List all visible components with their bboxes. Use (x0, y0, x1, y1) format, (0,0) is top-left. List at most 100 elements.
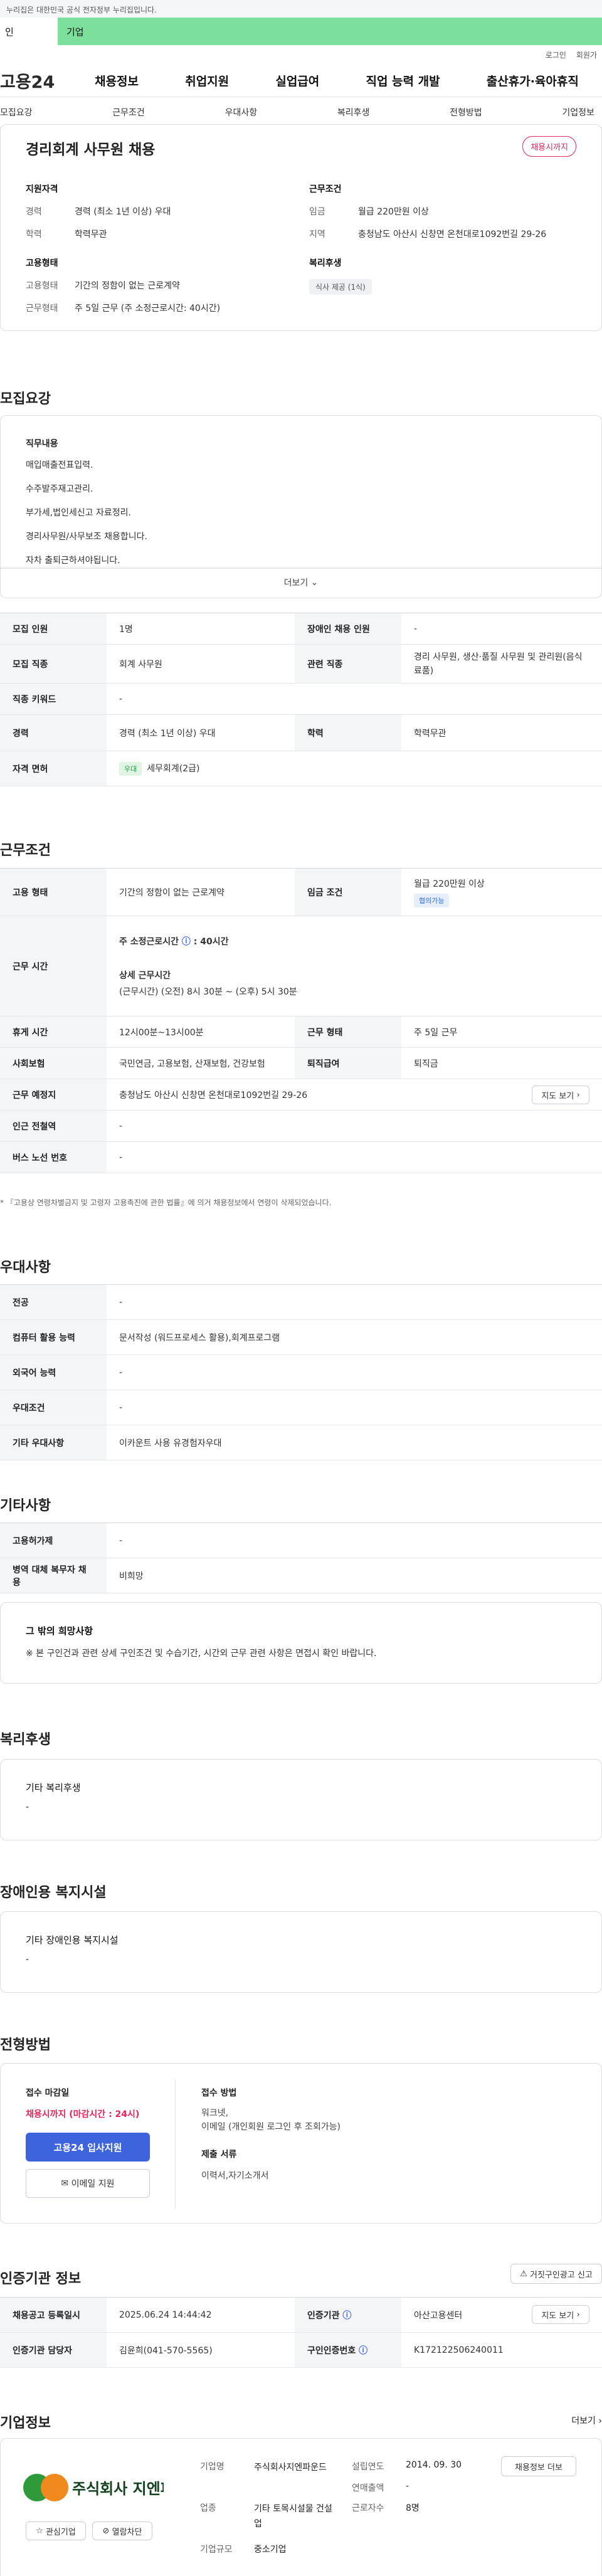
qualification-group: 지원자격 경력 경력 (최소 1년 이상) 우대 학력 학력무관 (26, 182, 289, 250)
gnb-skills[interactable]: 직업 능력 개발 (366, 72, 440, 89)
company-size-value: 중소기업 (254, 2545, 287, 2555)
license-value: 세무회계(2급) (147, 763, 200, 774)
wage-value: 월급 220만원 이상 (358, 207, 429, 217)
personal-tab[interactable]: 인 (0, 18, 58, 45)
etc-table: 고용허가제 - 병역 대체 복무자 채용 비희망 (0, 1523, 602, 1593)
cell-value: 국민연금, 고용보험, 산재보험, 건강보험 (107, 1047, 295, 1079)
founded-label: 설립연도 (352, 2462, 384, 2472)
cell-value: 경리 사무원, 생산·품질 사무원 및 관리원(음식료품) (401, 644, 602, 684)
cell-label: 근무 형태 (295, 1016, 401, 1048)
cell-label: 학력 (295, 714, 401, 751)
cell-label: 직종 키워드 (0, 683, 107, 715)
cell-value: 주 소정근로시간 ⓘ : 40시간 상세 근무시간 (근무시간) (오전) 8시… (107, 916, 602, 1016)
industry-value: 기타 토목시설물 건설업 (254, 2504, 332, 2529)
page: { "gov_banner":"이 누리집은 대한민국 공식 전자정부 누리집입… (0, 0, 602, 2576)
benefit-box: 기타 복리후생 - (0, 1759, 602, 1840)
cell-value: 기간의 정함이 없는 근로계약 (107, 868, 295, 916)
tab-preference[interactable]: 우대사항 (225, 106, 258, 119)
cert-title: 인증기관 정보 (0, 2271, 82, 2287)
tab-conditions[interactable]: 근무조건 (112, 106, 145, 119)
disab-box-value: - (26, 1955, 29, 1965)
tab-company[interactable]: 기업정보 (562, 106, 594, 119)
cell-label: 근무 예정지 (0, 1079, 107, 1111)
logo-text: 주식회사 지엔파운드 (72, 2480, 164, 2498)
tab-recruit[interactable]: 모집요강 (0, 106, 33, 119)
table-row: 외국어 능력 - (0, 1354, 602, 1390)
recruit-title: 모집요강 (0, 391, 51, 407)
cert-number-label: 구인인증번호 (307, 2345, 356, 2356)
etc-box-value: ※ 본 구인건과 관련 상세 구인조건 및 수습기간, 시간외 근무 관련 사항… (26, 1649, 377, 1659)
table-row: 우대조건 - (0, 1390, 602, 1425)
more-button[interactable]: 더보기 ⌄ (0, 567, 602, 598)
duty-card: 직무내용 매입매출전표입력. 수주발주재고관리. 부가세,법인세신고 자료정리.… (0, 415, 602, 569)
wage-value: 월급 220만원 이상 (414, 879, 485, 889)
recruit-table: 모집 인원 1명 장애인 채용 인원 - 모집 직종 회계 사무원 관련 직종 … (0, 613, 602, 786)
cell-value: - (107, 683, 602, 715)
cell-value: 학력무관 (401, 714, 602, 751)
favorite-button[interactable]: ☆ 관심기업 (26, 2521, 86, 2540)
duty-item: 경리사무원/사무보조 채용합니다. (26, 532, 147, 542)
cell-value: 회계 사무원 (107, 644, 295, 684)
cell-value: 비희망 (107, 1558, 602, 1593)
pref-title: 우대사항 (0, 1260, 51, 1275)
cell-label: 기타 우대사항 (0, 1425, 107, 1460)
cell-label: 근무 시간 (0, 916, 107, 1016)
chevron-right-icon: › (576, 1090, 580, 1100)
career-label: 경력 (26, 207, 42, 217)
block-button[interactable]: ⊘ 열람차단 (92, 2521, 152, 2540)
wage-label: 임금 (309, 207, 325, 217)
employment-heading: 고용형태 (26, 258, 58, 268)
company-card: 주식회사 지엔파운드 ☆ 관심기업 ⊘ 열람차단 기업명 주식회사지엔파운드 업… (0, 2438, 602, 2576)
work-title: 근무조건 (0, 843, 51, 858)
map-button-label: 지도 보기 (541, 1091, 574, 1101)
gnb-employment-support[interactable]: 취업지원 (185, 72, 229, 89)
info-icon[interactable]: ⓘ (342, 2311, 351, 2321)
site-logo[interactable]: 고용24 (0, 68, 71, 93)
report-button[interactable]: ⚠ 거짓구인광고 신고 (510, 2264, 602, 2284)
map-button[interactable]: 지도 보기 › (532, 1085, 589, 1104)
emptype-label: 고용형태 (26, 281, 58, 291)
map-button[interactable]: 지도 보기 › (532, 2305, 589, 2324)
company-title: 기업정보 (0, 2415, 51, 2431)
apply-button[interactable]: 고용24 입사지원 (26, 2133, 150, 2162)
company-jobs-button[interactable]: 채용정보 더보 (501, 2456, 576, 2476)
worktype-label: 근무형태 (26, 304, 58, 314)
tab-screening[interactable]: 전형방법 (450, 106, 482, 119)
email-apply-button[interactable]: ✉ 이메일 지원 (26, 2169, 150, 2198)
cell-value: 퇴직금 (401, 1047, 602, 1079)
cell-label: 자격 면허 (0, 751, 107, 786)
cell-label: 버스 노선 번호 (0, 1141, 107, 1173)
logo-circle (41, 2474, 68, 2501)
disab-title: 장애인용 복지시설 (0, 1885, 107, 1901)
cell-label: 고용허가제 (0, 1523, 107, 1558)
gnb-jobs[interactable]: 채용정보 (95, 72, 139, 89)
table-row: 인근 전철역 - (0, 1110, 602, 1142)
cell-value: - (107, 1523, 602, 1558)
cell-label: 인근 전철역 (0, 1110, 107, 1142)
tab-benefits[interactable]: 복리후생 (337, 106, 370, 119)
block-icon: ⊘ (102, 2526, 110, 2536)
revenue-label: 연매출액 (352, 2483, 384, 2493)
method-heading: 접수 방법 (201, 2088, 237, 2098)
info-icon[interactable]: ⓘ (182, 937, 191, 947)
cert-table: 채용공고 등록일시 2025.06.24 14:44:42 인증기관 ⓘ 아산고… (0, 2297, 602, 2368)
company-more-link[interactable]: 더보기 › (571, 2414, 602, 2427)
gnb-parental-leave[interactable]: 출산휴가·육아휴직 (487, 72, 579, 89)
negotiable-badge: 협의가능 (414, 893, 450, 907)
cell-value: 경력 (최소 1년 이상) 우대 (107, 714, 295, 751)
benefit-box-value: - (26, 1802, 29, 1812)
cell-label: 우대조건 (0, 1390, 107, 1425)
gnb-unemployment-benefit[interactable]: 실업급여 (275, 72, 319, 89)
join-link[interactable]: 회원가 (576, 50, 597, 60)
info-icon[interactable]: ⓘ (359, 2346, 367, 2356)
disab-box-heading: 기타 장애인용 복지시설 (26, 1935, 119, 1946)
company-logo: 주식회사 지엔파운드 (22, 2459, 164, 2518)
table-row: 직종 키워드 - (0, 683, 602, 715)
map-button-label: 지도 보기 (541, 2311, 574, 2321)
login-link[interactable]: 로그인 (546, 50, 566, 60)
user-type-bar: 인 기업 (0, 18, 602, 45)
welfare-heading: 복리후생 (309, 258, 342, 268)
employment-group: 고용형태 고용형태 기간의 정함이 없는 근로계약 근무형태 주 5일 근무 (주 … (26, 256, 289, 324)
corporate-tab[interactable]: 기업 (58, 18, 84, 45)
revenue-value: - (406, 2481, 409, 2491)
